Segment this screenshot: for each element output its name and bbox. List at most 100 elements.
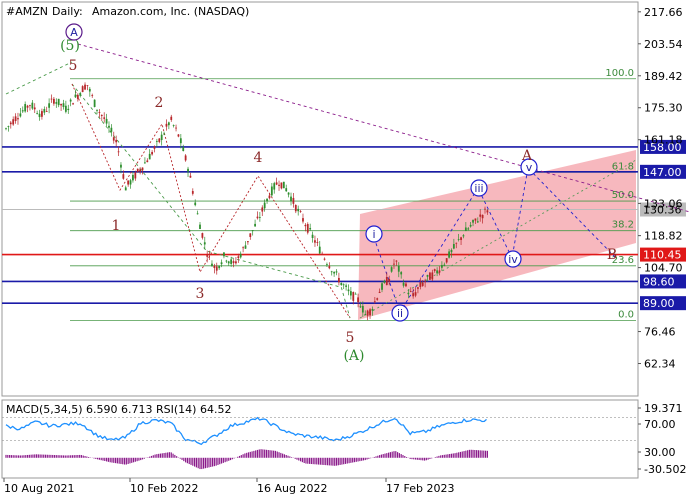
candle-body xyxy=(285,188,288,192)
level-tag-text-147.00: 147.00 xyxy=(643,166,682,179)
candle-body xyxy=(108,125,110,128)
candle-body xyxy=(187,168,189,172)
candle-body xyxy=(129,180,132,185)
candle-body xyxy=(93,99,96,107)
candle-body xyxy=(36,113,39,114)
candle-body xyxy=(55,102,58,104)
candle-body xyxy=(378,291,381,294)
candle-body xyxy=(84,84,86,90)
candle-body xyxy=(270,186,273,196)
candle-body xyxy=(273,183,276,190)
candle-body xyxy=(50,98,53,100)
candle-body xyxy=(445,258,448,263)
candle-body xyxy=(440,265,443,268)
candle-body xyxy=(53,98,55,104)
candle-body xyxy=(5,128,7,130)
candle-body xyxy=(67,108,70,111)
wave-label-i: i xyxy=(372,228,375,241)
indicator-tick-label: 70.00 xyxy=(644,418,676,431)
candle-body xyxy=(433,269,436,271)
candle-body xyxy=(134,172,137,179)
candle-body xyxy=(462,235,465,237)
price-tick-label: 118.82 xyxy=(644,230,683,243)
candle-body xyxy=(452,244,455,249)
candle-body xyxy=(26,105,29,108)
candle-body xyxy=(139,169,142,172)
candle-body xyxy=(120,164,122,168)
wave-label-2: 2 xyxy=(155,95,164,111)
wave-label-A: A xyxy=(70,26,78,39)
candle-body xyxy=(256,216,259,219)
candle-body xyxy=(297,208,300,212)
wave-label-4: 4 xyxy=(254,150,263,166)
candle-body xyxy=(321,253,324,255)
candle-body xyxy=(98,112,101,113)
candle-body xyxy=(371,308,374,311)
candle-body xyxy=(88,88,91,92)
candle-body xyxy=(323,258,326,260)
candle-body xyxy=(225,260,228,262)
candle-body xyxy=(91,95,94,96)
candle-body xyxy=(306,224,309,233)
candle-body xyxy=(299,211,302,213)
header-company: Amazon.com, Inc. (NASDAQ) xyxy=(92,5,249,18)
candle-body xyxy=(223,252,225,257)
candle-body xyxy=(443,264,446,266)
candle-body xyxy=(96,109,98,111)
candle-body xyxy=(393,263,395,265)
candle-body xyxy=(153,146,156,149)
x-tick-label: 17 Feb 2023 xyxy=(386,482,454,495)
candle-body xyxy=(431,272,434,280)
fib-label-38.2: 38.2 xyxy=(612,220,634,231)
candle-body xyxy=(64,105,67,112)
wave-label-A: A xyxy=(521,148,533,164)
candle-body xyxy=(469,224,472,227)
candle-body xyxy=(314,240,316,243)
candle-body xyxy=(429,272,431,280)
candle-body xyxy=(136,168,139,172)
candle-body xyxy=(381,283,383,290)
candle-body xyxy=(349,291,352,296)
candle-body xyxy=(21,110,24,112)
candle-body xyxy=(261,207,264,212)
candle-body xyxy=(361,305,364,313)
candle-body xyxy=(352,292,355,301)
fib-label-50.0: 50.0 xyxy=(612,190,634,201)
candle-body xyxy=(484,208,486,210)
candle-body xyxy=(472,219,474,223)
candle-body xyxy=(74,94,77,98)
candle-body xyxy=(117,151,120,153)
candle-body xyxy=(338,277,340,283)
indicator-label: MACD(5,34,5) 6.590 6.713 RSI(14) 64.52 xyxy=(6,403,231,416)
wave-label-iii: iii xyxy=(474,182,483,195)
candle-body xyxy=(397,265,400,272)
candle-body xyxy=(179,138,182,144)
candle-body xyxy=(464,227,467,232)
candle-body xyxy=(421,282,424,286)
candle-body xyxy=(457,239,460,240)
candle-body xyxy=(232,261,235,264)
candle-body xyxy=(218,266,221,269)
candle-body xyxy=(357,297,359,302)
candle-body xyxy=(163,133,165,135)
chart-root: 100.061.850.038.223.60.0 158.00147.00130… xyxy=(1,1,691,495)
candle-body xyxy=(220,262,223,265)
candle-body xyxy=(175,127,177,129)
candle-body xyxy=(292,197,295,204)
candle-body xyxy=(455,242,458,244)
candle-body xyxy=(151,152,153,155)
candle-body xyxy=(211,263,213,267)
candle-body xyxy=(177,134,180,137)
wave-label-ii: ii xyxy=(397,307,403,320)
level-tag-text-98.60: 98.60 xyxy=(643,275,675,288)
price-tick-label: 189.42 xyxy=(644,70,683,83)
price-tick-label: 217.66 xyxy=(644,6,683,19)
candle-body xyxy=(9,122,12,125)
x-tick-label: 10 Feb 2022 xyxy=(130,482,198,495)
candle-body xyxy=(476,221,479,223)
candle-body xyxy=(369,309,371,316)
candle-body xyxy=(412,293,415,297)
candle-body xyxy=(419,282,422,287)
candle-body xyxy=(302,218,304,222)
candle-body xyxy=(239,253,242,258)
